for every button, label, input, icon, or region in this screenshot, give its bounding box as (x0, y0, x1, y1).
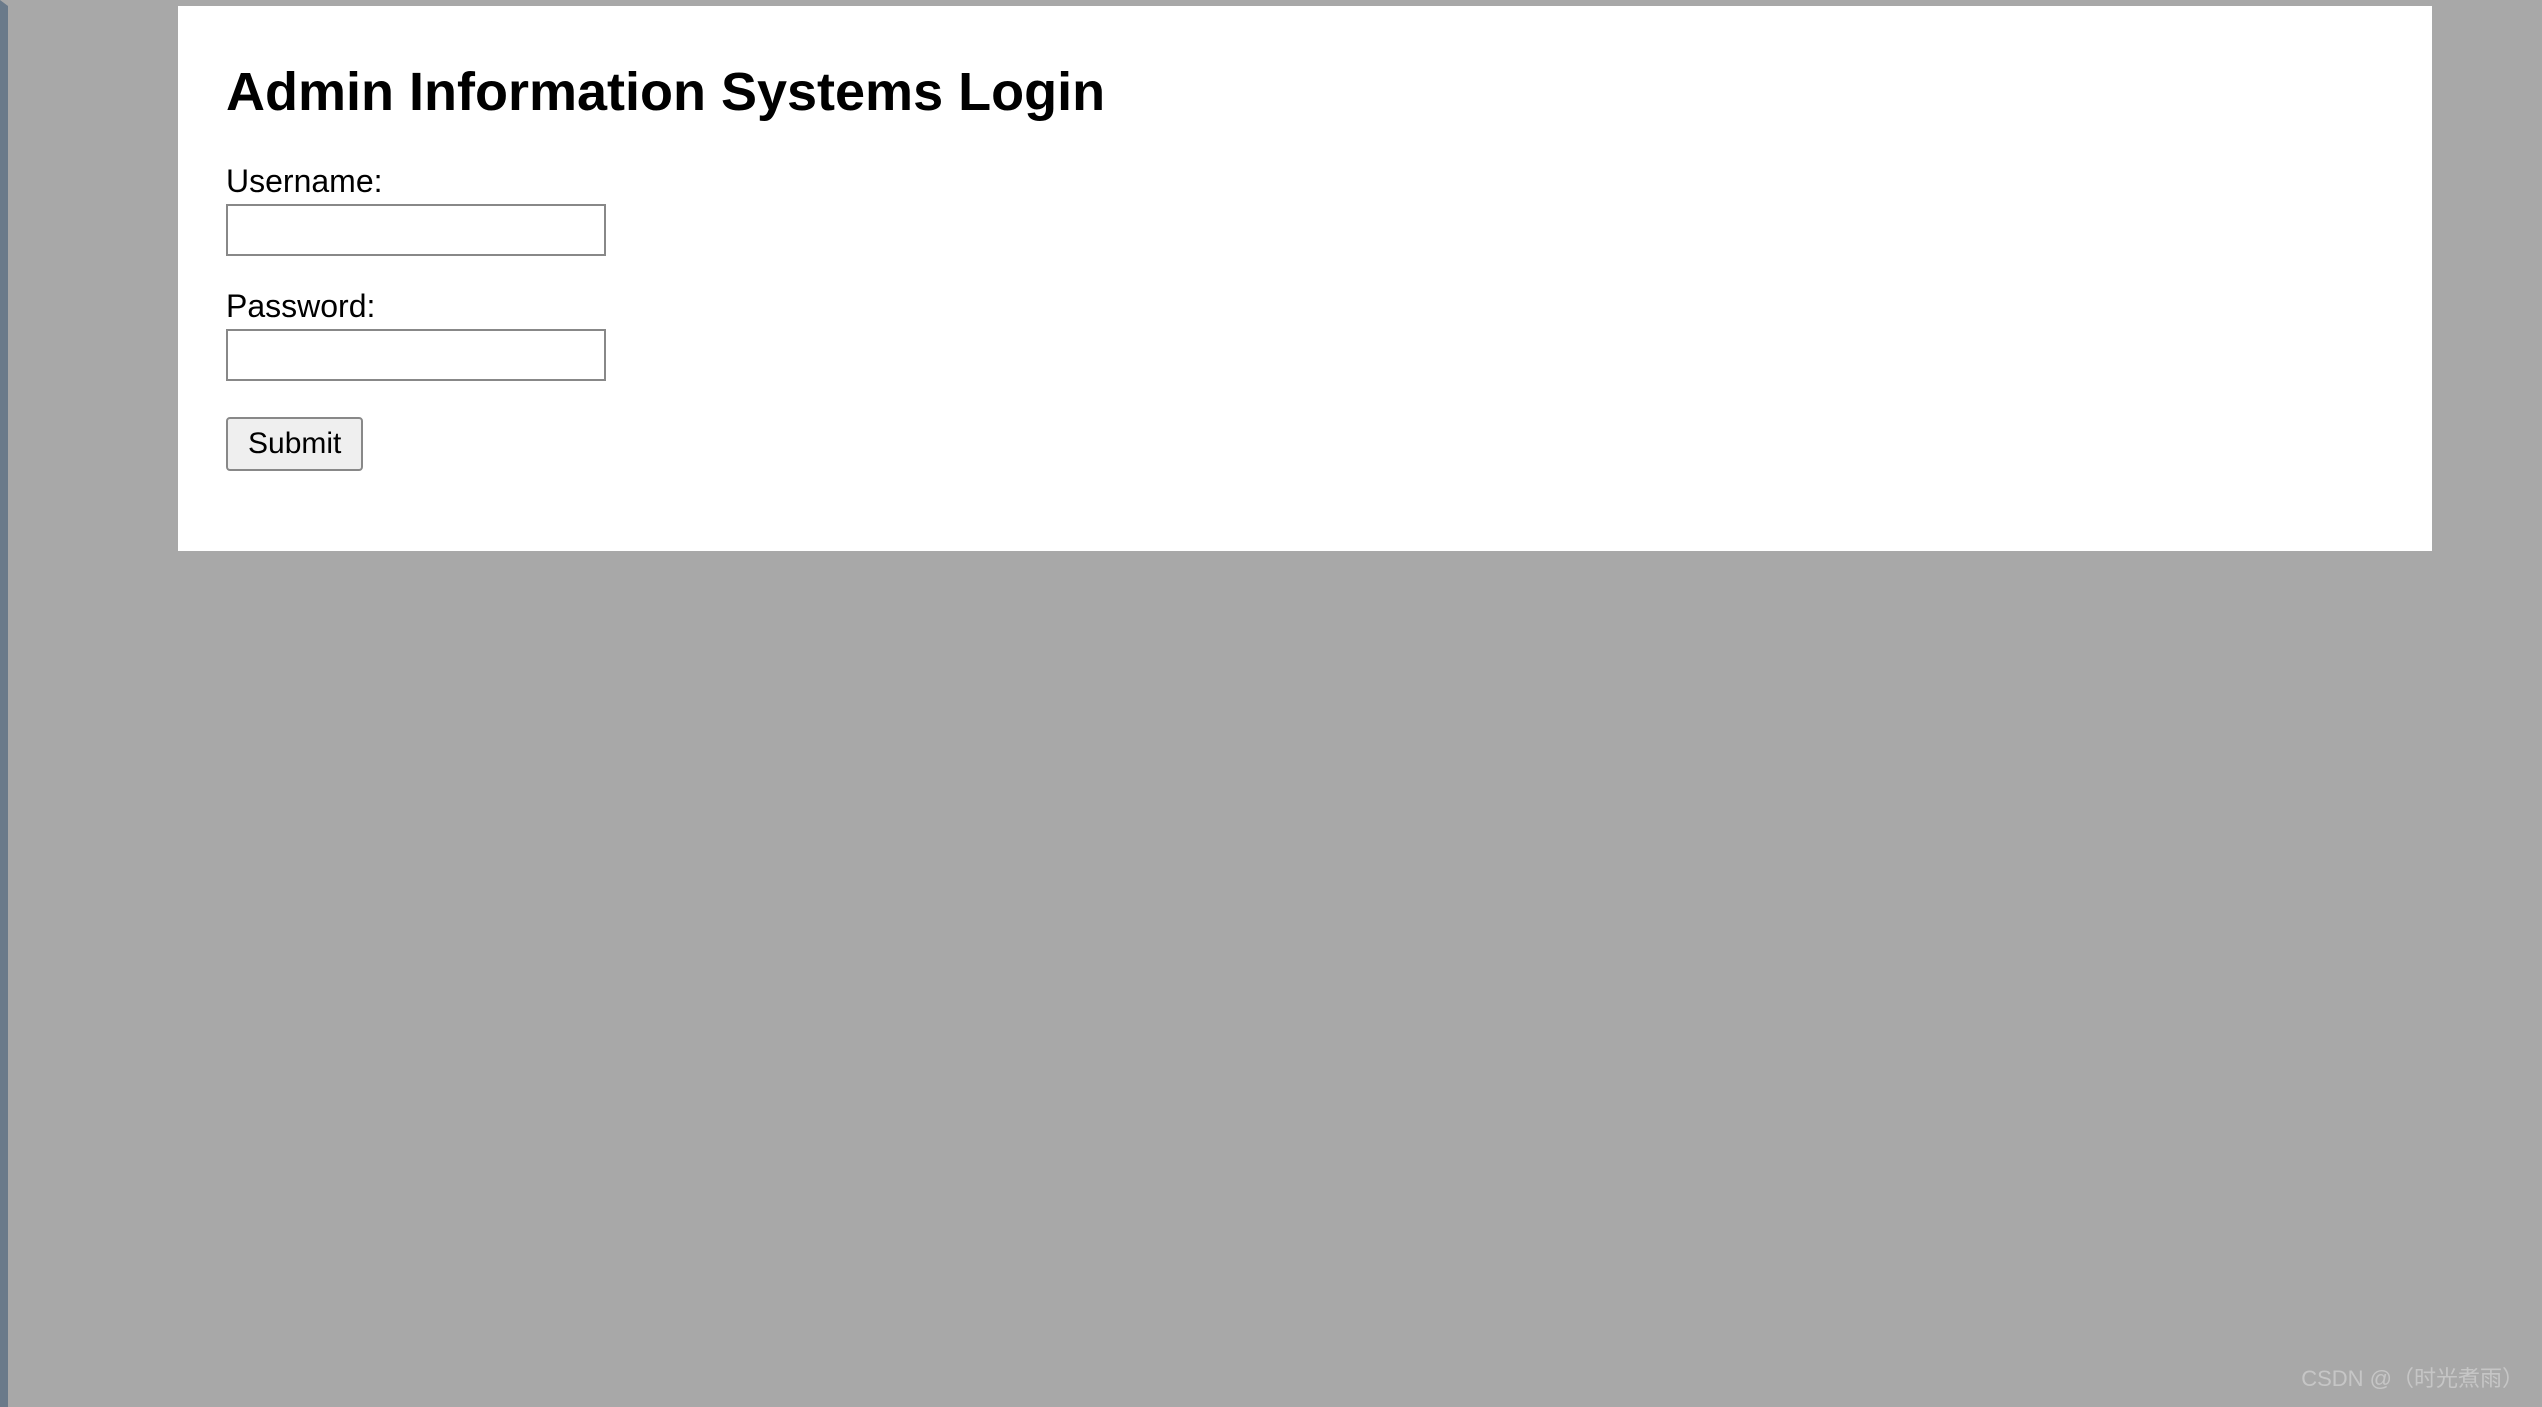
submit-button[interactable]: Submit (226, 417, 363, 471)
password-input[interactable] (226, 329, 606, 381)
username-label: Username: (226, 163, 2384, 200)
password-label: Password: (226, 288, 2384, 325)
watermark-text: CSDN @（时光煮雨） (2301, 1361, 2524, 1393)
page-title: Admin Information Systems Login (226, 61, 2384, 123)
username-field: Username: (226, 163, 2384, 256)
login-card: Admin Information Systems Login Username… (178, 6, 2432, 551)
password-field: Password: (226, 288, 2384, 381)
username-input[interactable] (226, 204, 606, 256)
